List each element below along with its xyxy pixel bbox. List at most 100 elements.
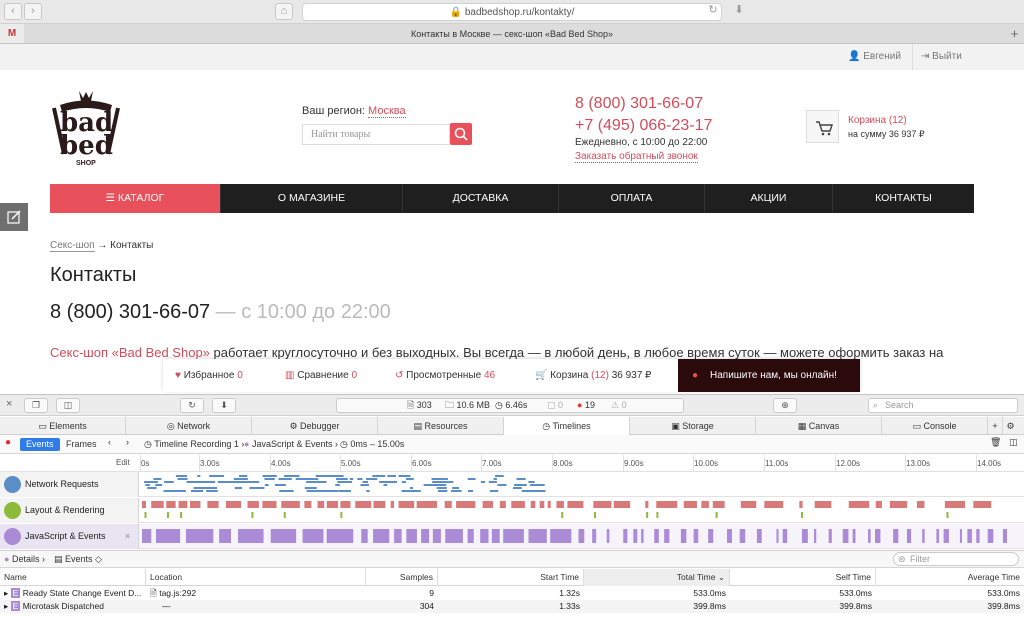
layout-bar (398, 501, 415, 508)
active-tab-title[interactable]: Контакты в Москве — секс-шоп «Bad Bed Sh… (411, 29, 613, 39)
scope-crumb[interactable]: ● JavaScript & Events › (244, 438, 338, 451)
col-total-time[interactable]: Total Time ⌄ (584, 569, 730, 586)
site-logo[interactable]: bad bed SHOP (50, 88, 122, 172)
menu-contacts[interactable]: КОНТАКТЫ (833, 184, 974, 213)
menu-catalog[interactable]: ☰ КАТАЛОГ (50, 184, 221, 213)
col-samples[interactable]: Samples (366, 569, 438, 586)
search-button[interactable] (450, 123, 472, 145)
layout-bar (567, 501, 584, 508)
js-scope-icon: ● (244, 439, 250, 449)
paint-bar (593, 512, 596, 518)
tab-debugger[interactable]: ⚙ Debugger (252, 417, 378, 435)
resources-count[interactable]: 🗎 303 (407, 399, 432, 412)
lock-icon: 🔒 (449, 7, 463, 18)
reload-icon[interactable]: ↻ (704, 3, 722, 20)
details-crumb[interactable]: ● Details › (4, 551, 45, 568)
viewed-link[interactable]: ↺ Просмотренные 46 (395, 359, 495, 392)
search-input[interactable]: Найти товары (302, 124, 450, 145)
expand-icon[interactable]: ▸ (4, 588, 8, 598)
add-tab-icon[interactable]: + (988, 417, 1003, 435)
table-row[interactable]: ▸ E Microtask Dispatched — 304 1.33s 399… (0, 600, 1024, 613)
layout-bar (355, 501, 372, 508)
download-archive-icon[interactable]: ⬇ (212, 398, 236, 413)
col-average-time[interactable]: Average Time (876, 569, 1024, 586)
frames-mode-button[interactable]: Frames (66, 438, 97, 451)
tab-canvas[interactable]: ▦ Canvas (756, 417, 882, 435)
inspect-icon[interactable]: ⊕ (773, 398, 797, 413)
back-button[interactable]: ‹ (4, 3, 22, 20)
filter-input[interactable]: ⊜ Filter (893, 552, 1019, 566)
recording-crumb[interactable]: ◷ Timeline Recording 1 › (144, 438, 244, 451)
forward-button[interactable]: › (24, 3, 42, 20)
table-row[interactable]: ▸ E Ready State Change Event D... 🗎 tag.… (0, 587, 1024, 600)
tab-resources[interactable]: ▤ Resources (378, 417, 504, 435)
paint-bar (166, 512, 169, 518)
col-self-time[interactable]: Self Time (730, 569, 876, 586)
events-crumb[interactable]: ▤ Events ◇ (54, 551, 102, 568)
col-name[interactable]: Name (0, 569, 146, 586)
phone-primary[interactable]: 8 (800) 301-66-07 (575, 95, 703, 113)
range-crumb[interactable]: ◷ 0ms – 15.00s (340, 438, 404, 451)
nav-forward-icon[interactable]: › (126, 437, 129, 447)
errors-count[interactable]: ● 19 (577, 399, 595, 412)
compare-link[interactable]: ▥ Сравнение 0 (285, 359, 357, 392)
network-bar (493, 478, 497, 480)
reload-page-icon[interactable]: ↻ (180, 398, 204, 413)
breadcrumb-home[interactable]: Секс-шоп (50, 240, 95, 252)
callback-link[interactable]: Заказать обратный звонок (575, 151, 698, 163)
close-icon[interactable]: × (6, 398, 12, 410)
tab-timelines[interactable]: ◷ Timelines (504, 417, 630, 435)
layout-bar (547, 501, 551, 508)
tab-storage[interactable]: ▣ Storage (630, 417, 756, 435)
trash-icon[interactable]: 🗑 (990, 437, 1001, 448)
js-event-bar (828, 529, 832, 543)
dock-side-icon[interactable]: ◫ (56, 398, 80, 413)
nav-back-icon[interactable]: ‹ (108, 437, 111, 447)
devtools-search-input[interactable]: ⌕ Search (868, 398, 1018, 413)
network-row[interactable]: Network Requests (0, 472, 1024, 497)
sidebar-toggle-icon[interactable]: ◫ (1009, 437, 1018, 448)
floatbar-cart-link[interactable]: 🛒 Корзина (12) 36 937 ₽ (535, 359, 651, 392)
home-button[interactable]: ⌂ (275, 3, 293, 20)
menu-payment[interactable]: ОПЛАТА (559, 184, 705, 213)
cart-title[interactable]: Корзина (12) (848, 115, 907, 126)
download-icon[interactable]: ⬇ (730, 3, 748, 20)
main-phone-number[interactable]: 8 (800) 301-66-07 (50, 301, 210, 323)
settings-icon[interactable]: ⚙ (1003, 417, 1018, 435)
load-time[interactable]: ◷ 6.46s (495, 399, 527, 412)
gmail-icon[interactable]: M (0, 24, 24, 43)
tab-console[interactable]: ▭ Console (882, 417, 988, 435)
col-location[interactable]: Location (146, 569, 366, 586)
new-tab-icon[interactable]: + (1005, 24, 1024, 43)
favorites-link[interactable]: ♥ Избранное 0 (175, 359, 243, 392)
menu-delivery[interactable]: ДОСТАВКА (403, 184, 559, 213)
menu-about[interactable]: О МАГАЗИНЕ (221, 184, 403, 213)
user-link[interactable]: 👤 Евгений (848, 44, 901, 70)
edit-side-button[interactable] (0, 203, 28, 231)
expand-icon[interactable]: ▸ (4, 601, 8, 611)
layout-bar (499, 501, 506, 508)
address-bar[interactable]: 🔒 badbedshop.ru/kontakty/ (302, 3, 722, 21)
intro-link[interactable]: Секс-шоп «Bad Bed Shop» (50, 345, 210, 360)
menu-sales[interactable]: АКЦИИ (705, 184, 833, 213)
phone-secondary[interactable]: +7 (495) 066-23-17 (575, 117, 712, 135)
resources-size[interactable]: 🗀 10.6 MB (445, 399, 490, 412)
tab-network[interactable]: ◎ Network (126, 417, 252, 435)
close-filter-icon[interactable]: × (125, 524, 130, 549)
events-mode-button[interactable]: Events (20, 438, 60, 451)
col-start-time[interactable]: Start Time (438, 569, 584, 586)
record-icon[interactable]: ● (5, 437, 11, 448)
layout-row[interactable]: Layout & Rendering (0, 498, 1024, 523)
js-event-bar (1002, 529, 1008, 543)
region-link[interactable]: Москва (368, 105, 406, 118)
undock-icon[interactable]: ❐ (24, 398, 48, 413)
cart-button[interactable] (806, 110, 839, 143)
chat-button[interactable]: ● Напишите нам, мы онлайн! (678, 359, 860, 392)
logout-link[interactable]: ⇥ Выйти (912, 44, 962, 70)
warnings-count[interactable]: ▢ 0 (547, 399, 563, 412)
tab-elements[interactable]: ▭ Elements (0, 417, 126, 435)
row-location[interactable]: tag.js:292 (159, 588, 196, 598)
layout-bar (416, 501, 438, 508)
js-row[interactable]: JavaScript & Events × (0, 524, 1024, 549)
logs-count[interactable]: ⚠ 0 (611, 399, 627, 412)
